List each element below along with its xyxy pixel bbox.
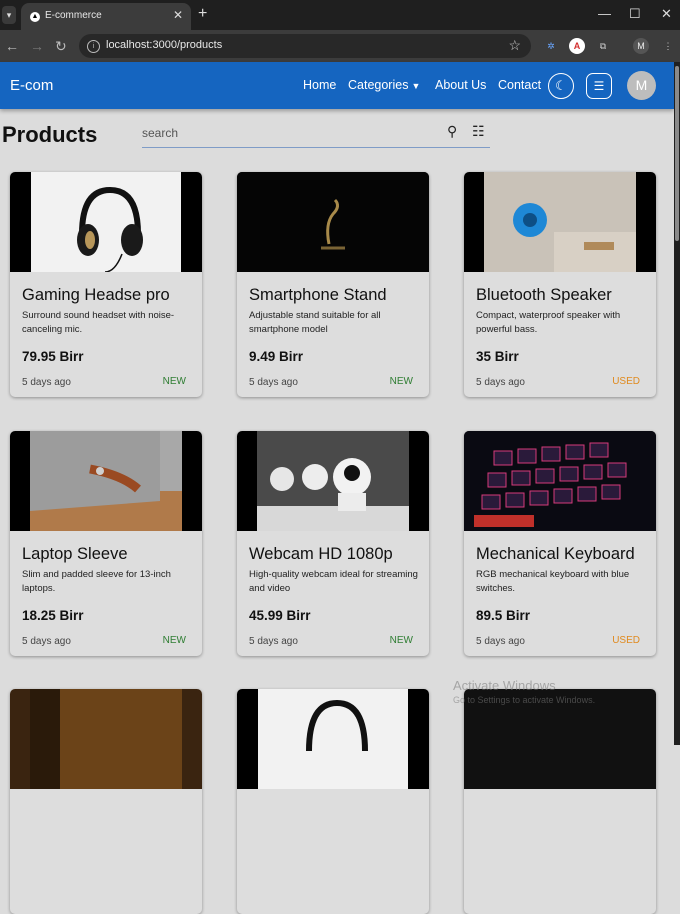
product-title: Bluetooth Speaker — [476, 286, 612, 304]
product-description: High-quality webcam ideal for streaming … — [249, 569, 418, 594]
product-card[interactable]: Smartphone Stand Adjustable stand suitab… — [237, 172, 429, 397]
pdf-extension-icon[interactable]: A — [569, 38, 585, 54]
product-title: Smartphone Stand — [249, 286, 387, 304]
search-input[interactable] — [142, 124, 432, 142]
product-description: Slim and padded sleeve for 13-inch lapto… — [22, 569, 171, 594]
nav-categories-label: Categories — [348, 78, 409, 92]
dark-mode-toggle[interactable]: ☾ — [548, 73, 574, 99]
browser-tab-bar: ▾ ▲ E-commerce ✕ + — ☐ ✕ — [0, 0, 680, 30]
product-title: Gaming Headse pro — [22, 286, 170, 304]
reload-icon[interactable]: ↻ — [55, 38, 67, 55]
product-title: Laptop Sleeve — [22, 545, 128, 563]
tab-close-icon[interactable]: ✕ — [173, 8, 183, 22]
scrollbar-thumb[interactable] — [675, 66, 679, 241]
profile-avatar[interactable]: M — [633, 38, 649, 54]
product-image — [10, 689, 202, 789]
browser-tab[interactable]: ▲ E-commerce ✕ — [21, 3, 191, 30]
condition-badge: NEW — [389, 635, 413, 646]
product-time: 5 days ago — [22, 636, 71, 647]
condition-badge: NEW — [162, 635, 186, 646]
maximize-icon[interactable]: ☐ — [629, 6, 641, 22]
condition-badge: USED — [612, 635, 640, 646]
browser-menu-icon[interactable]: ⋮ — [660, 38, 676, 54]
moon-icon: ☾ — [555, 78, 567, 93]
product-title: Webcam HD 1080p — [249, 545, 393, 563]
product-description: Compact, waterproof speaker with powerfu… — [476, 310, 621, 335]
messages-button[interactable]: ☰ — [586, 73, 612, 99]
headphones-image — [31, 172, 181, 273]
product-price: 9.49 Birr — [249, 349, 304, 364]
speaker-image — [484, 172, 636, 272]
product-card[interactable]: Mechanical Keyboard RGB mechanical keybo… — [464, 431, 656, 656]
app-navbar: E-com Home Categories ▼ About Us Contact … — [0, 62, 674, 109]
product-card[interactable]: Bluetooth Speaker Compact, waterproof sp… — [464, 172, 656, 397]
product-image — [464, 431, 656, 531]
bookmark-star-icon[interactable]: ☆ — [508, 37, 521, 54]
keyboard-image — [464, 431, 656, 531]
product-image — [237, 172, 429, 272]
product-card[interactable]: Gaming Headse pro Surround sound headset… — [10, 172, 202, 397]
new-tab-icon[interactable]: + — [198, 5, 207, 23]
tab-search-button[interactable]: ▾ — [2, 6, 16, 24]
product-card[interactable] — [237, 689, 429, 914]
product-card[interactable]: Webcam HD 1080p High-quality webcam idea… — [237, 431, 429, 656]
webcam-image — [257, 431, 409, 531]
minimize-icon[interactable]: — — [598, 6, 611, 21]
chevron-down-icon: ▼ — [411, 81, 421, 91]
user-avatar[interactable]: M — [627, 71, 656, 100]
condition-badge: USED — [612, 376, 640, 387]
search-bar: ⚲ ☷ — [142, 121, 490, 148]
close-window-icon[interactable]: ✕ — [661, 6, 672, 22]
search-icon[interactable]: ⚲ — [447, 123, 457, 140]
product-card[interactable]: Laptop Sleeve Slim and padded sleeve for… — [10, 431, 202, 656]
site-info-icon[interactable]: i — [87, 40, 100, 53]
product-photo — [30, 689, 182, 789]
condition-badge: NEW — [389, 376, 413, 387]
product-price: 79.95 Birr — [22, 349, 84, 364]
product-time: 5 days ago — [249, 636, 298, 647]
product-description: RGB mechanical keyboard with blue switch… — [476, 569, 630, 594]
phone-stand-image — [237, 172, 429, 272]
nav-home[interactable]: Home — [303, 78, 336, 92]
puzzle-icon[interactable]: ⧉ — [595, 38, 611, 54]
product-price: 18.25 Birr — [22, 608, 84, 623]
product-image — [464, 172, 656, 272]
nav-contact[interactable]: Contact — [498, 78, 541, 92]
address-bar[interactable]: i localhost:3000/products ☆ — [79, 34, 531, 58]
product-price: 45.99 Birr — [249, 608, 311, 623]
page-title: Products — [2, 122, 98, 147]
forward-icon[interactable]: → — [30, 38, 44, 54]
product-image — [10, 431, 202, 531]
product-time: 5 days ago — [249, 377, 298, 388]
tab-title: E-commerce — [45, 10, 102, 21]
product-card[interactable] — [464, 689, 656, 914]
laptop-sleeve-image — [30, 431, 182, 531]
filter-icon[interactable]: ☷ — [472, 123, 485, 140]
product-description: Adjustable stand suitable for all smartp… — [249, 310, 381, 335]
url-text: localhost:3000/products — [106, 39, 223, 51]
product-price: 89.5 Birr — [476, 608, 531, 623]
product-time: 5 days ago — [476, 636, 525, 647]
condition-badge: NEW — [162, 376, 186, 387]
product-description: Surround sound headset with noise-cancel… — [22, 310, 175, 335]
chat-icon: ☰ — [593, 79, 605, 93]
product-image — [237, 689, 429, 789]
nav-categories[interactable]: Categories ▼ — [348, 78, 420, 92]
product-image — [237, 431, 429, 531]
favicon-icon: ▲ — [30, 12, 40, 22]
brand-logo[interactable]: E-com — [10, 77, 53, 94]
back-icon[interactable]: ← — [5, 38, 19, 54]
product-time: 5 days ago — [476, 377, 525, 388]
browser-toolbar: ← → ↻ i localhost:3000/products ☆ ✲ A ⧉ … — [0, 30, 680, 62]
windows-watermark: Activate Windows — [453, 678, 556, 693]
product-photo — [258, 689, 408, 789]
product-time: 5 days ago — [22, 377, 71, 388]
nav-about[interactable]: About Us — [435, 78, 486, 92]
extension-icon[interactable]: ✲ — [543, 38, 559, 54]
product-price: 35 Birr — [476, 349, 519, 364]
product-image — [10, 172, 202, 273]
product-title: Mechanical Keyboard — [476, 545, 635, 563]
product-card[interactable] — [10, 689, 202, 914]
windows-watermark-subtext: Go to Settings to activate Windows. — [453, 695, 596, 705]
